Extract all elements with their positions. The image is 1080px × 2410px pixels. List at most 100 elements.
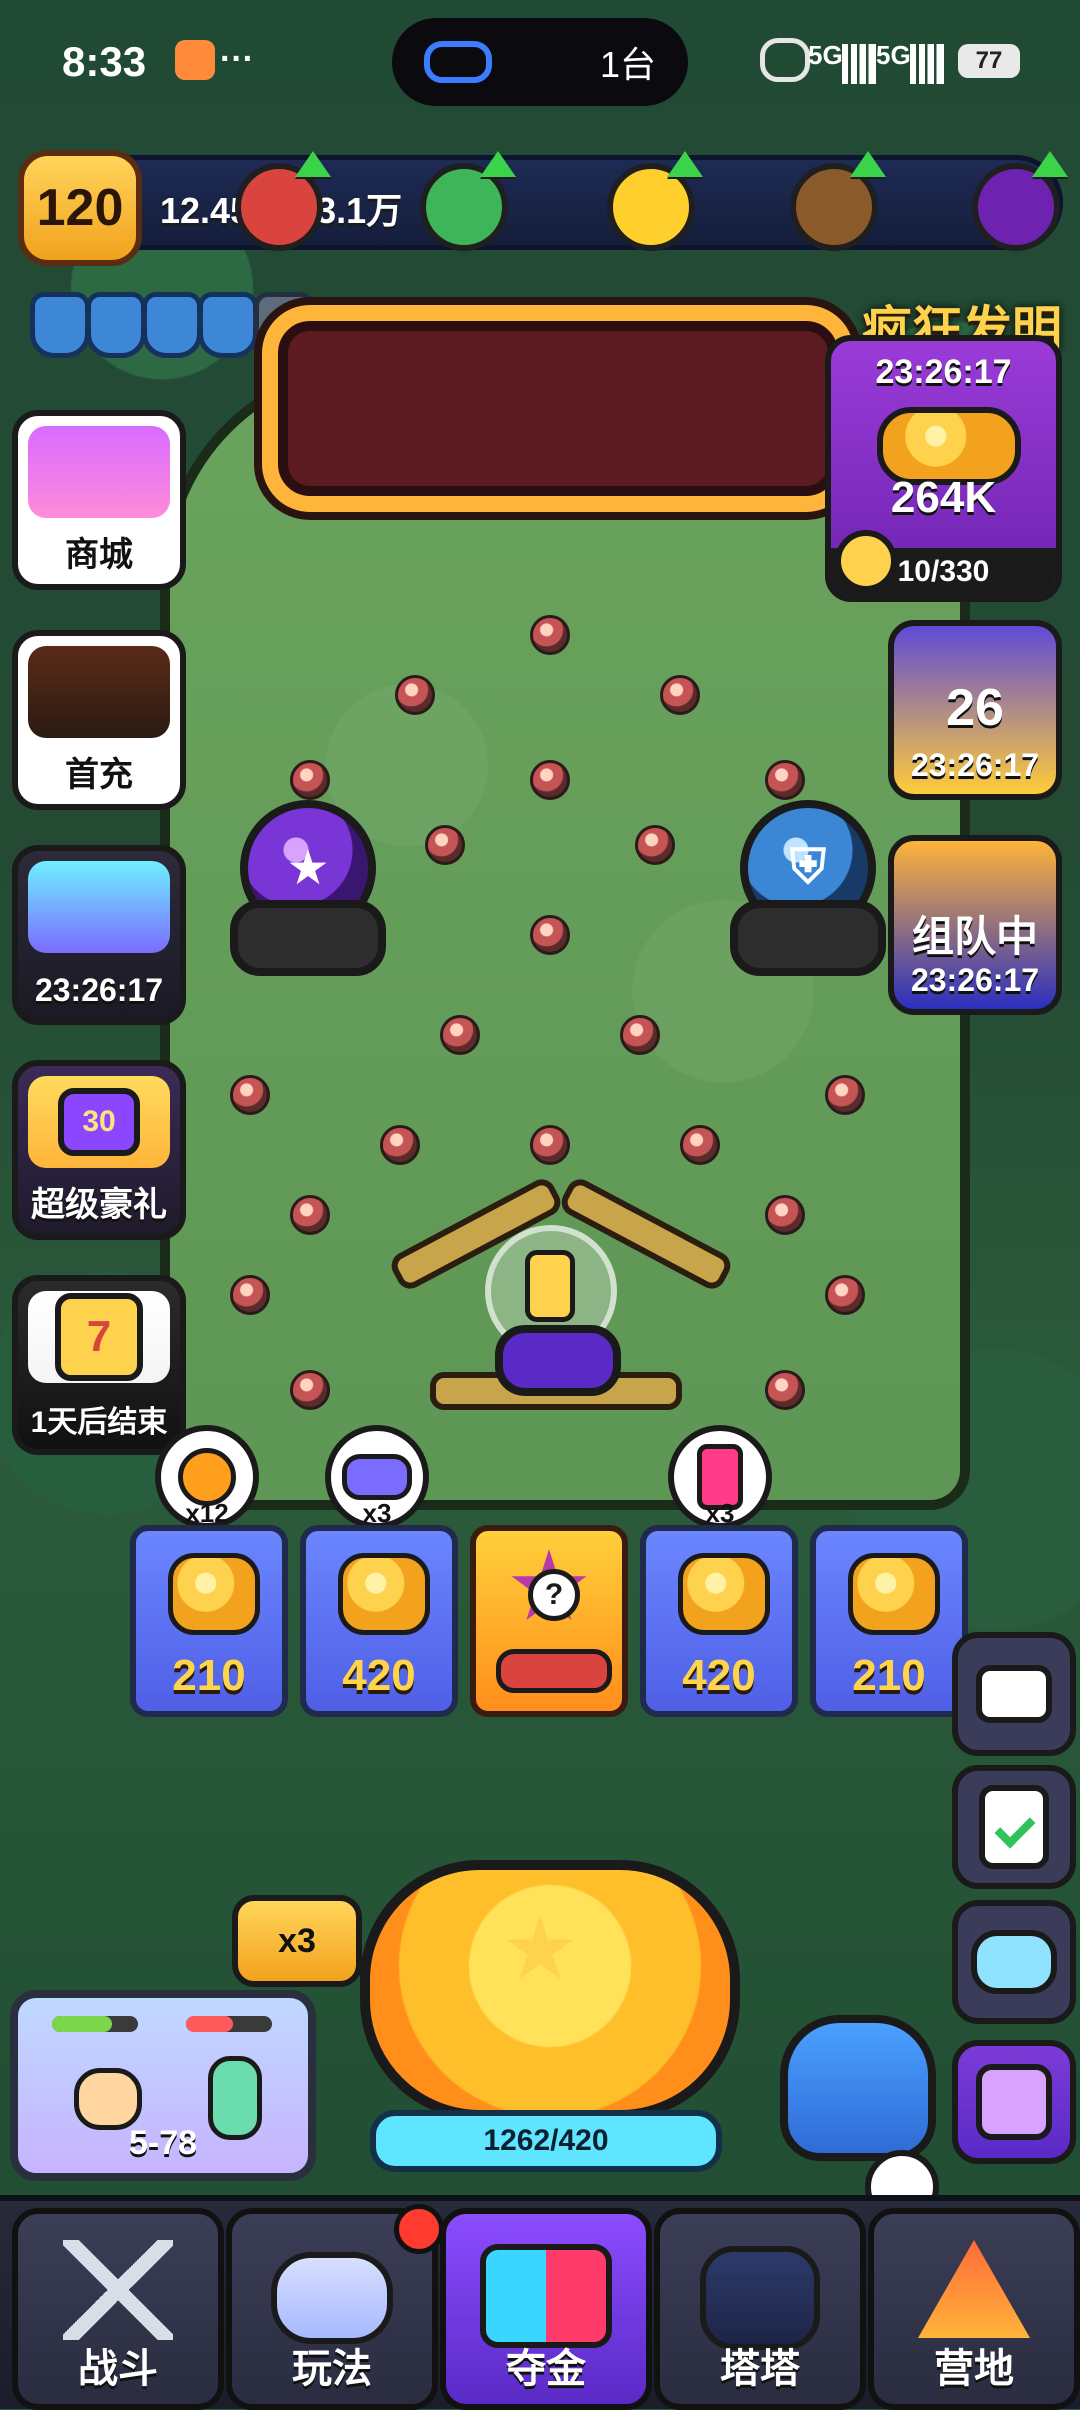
- peg: [440, 1015, 480, 1055]
- peg: [530, 760, 570, 800]
- super-gift-button[interactable]: 30 超级豪礼: [12, 1060, 186, 1240]
- dynamic-island-text: 1台: [599, 44, 656, 85]
- peg: [425, 825, 465, 865]
- calendar-event-button[interactable]: 7 1天后结束: [12, 1275, 186, 1455]
- prize-value: 420: [682, 1651, 756, 1700]
- chat-button[interactable]: [952, 1632, 1076, 1756]
- nav-camp-label: 营地: [934, 2347, 1014, 2391]
- player-level-badge[interactable]: 120: [18, 150, 142, 266]
- upgrade-arrow-icon: [480, 151, 516, 177]
- friends-icon: [971, 1930, 1057, 1994]
- gift-box-icon: 30: [28, 1076, 170, 1168]
- team-event-button[interactable]: 组队中 23:26:17: [888, 835, 1062, 1015]
- peg: [635, 825, 675, 865]
- dog-character-icon: [28, 646, 170, 738]
- tent-icon: [918, 2240, 1030, 2338]
- lightning-upgrade-icon[interactable]: [607, 151, 703, 251]
- checker-event-button[interactable]: 26 23:26:17: [888, 620, 1062, 800]
- team-timer: 23:26:17: [910, 962, 1040, 998]
- prize-slot: 210: [130, 1525, 288, 1717]
- multiplier-text: x3: [278, 1921, 316, 1960]
- friends-button[interactable]: [952, 1900, 1076, 2024]
- gift-level: 30: [58, 1088, 140, 1156]
- peg: [230, 1275, 270, 1315]
- signal-label-1: 5G: [808, 40, 843, 70]
- prize-slot: 420: [300, 1525, 458, 1717]
- app-notification-icon: [175, 40, 215, 80]
- capsule-icon: [342, 1454, 412, 1500]
- pet-button[interactable]: [952, 2040, 1076, 2164]
- orb-bubble: x12: [155, 1425, 259, 1529]
- peg: [530, 615, 570, 655]
- nav-gold-label: 夺金: [506, 2347, 586, 2391]
- dynamic-island: 1台: [392, 18, 688, 106]
- nav-gold[interactable]: 夺金: [440, 2208, 652, 2410]
- crossed-swords-icon: [63, 2240, 173, 2340]
- promo-amount: 264K: [890, 473, 997, 522]
- nav-camp[interactable]: 营地: [868, 2208, 1080, 2410]
- mystery-slot: ?: [470, 1525, 628, 1717]
- nav-play-label: 玩法: [292, 2347, 372, 2391]
- checker-count: 26: [946, 679, 1004, 737]
- upgrade-arrow-icon: [295, 151, 331, 177]
- peg: [290, 1370, 330, 1410]
- battle-preview[interactable]: 5-78: [10, 1990, 316, 2181]
- prize-value: 210: [852, 1651, 926, 1700]
- prize-value: 210: [172, 1651, 246, 1700]
- peg: [765, 760, 805, 800]
- event-timer: 23:26:17: [34, 972, 164, 1008]
- nav-play[interactable]: 玩法: [226, 2204, 444, 2410]
- peg: [620, 1015, 660, 1055]
- gamepad-icon: [271, 2252, 393, 2344]
- status-extra: ···: [220, 40, 254, 78]
- signal-bars-1-icon: [842, 44, 876, 84]
- peg: [380, 1125, 420, 1165]
- battery-indicator: 77: [958, 44, 1020, 78]
- first-charge-label: 首充: [65, 756, 133, 794]
- robot-cat-icon: [700, 2246, 820, 2350]
- resource-green-icon[interactable]: [420, 151, 516, 251]
- spin-button[interactable]: [360, 1860, 740, 2120]
- peg: [290, 1195, 330, 1235]
- shop-label: 商城: [65, 536, 133, 574]
- nav-tower[interactable]: 塔塔: [654, 2208, 866, 2410]
- spin-count: 1262/420: [370, 2110, 722, 2172]
- weapon-upgrade-icon[interactable]: [790, 151, 886, 251]
- promo-star-badge-icon: [835, 530, 897, 592]
- checklist-icon: [979, 1785, 1049, 1869]
- prize-slot: 210: [810, 1525, 968, 1717]
- orb-stand: [230, 900, 386, 976]
- calendar-icon: 7: [28, 1291, 170, 1383]
- link-status-icon: [760, 38, 810, 82]
- first-charge-button[interactable]: 首充: [12, 630, 186, 810]
- peg: [660, 675, 700, 715]
- capsule-icon: [28, 861, 170, 953]
- nav-battle[interactable]: 战斗: [12, 2208, 224, 2410]
- stage-label: 5-78: [128, 2124, 198, 2162]
- peg: [765, 1195, 805, 1235]
- signal-label-2: 5G: [876, 40, 911, 70]
- peg: [290, 760, 330, 800]
- peg: [530, 1125, 570, 1165]
- resource-red-icon[interactable]: [235, 151, 331, 251]
- peg: [230, 1075, 270, 1115]
- pet-icon: [976, 2064, 1052, 2140]
- shield-icon: [198, 292, 258, 358]
- mystery-ribbon: [496, 1649, 612, 1693]
- peg: [395, 675, 435, 715]
- multiplier-button[interactable]: x3: [232, 1895, 362, 1987]
- peg: [825, 1075, 865, 1115]
- calendar-day: 7: [55, 1293, 143, 1381]
- tasks-button[interactable]: [952, 1765, 1076, 1889]
- super-gift-label: 超级豪礼: [31, 1186, 167, 1224]
- gold-pile-icon: [338, 1553, 430, 1635]
- marquee-display: [262, 305, 854, 512]
- team-label: 组队中: [911, 913, 1038, 960]
- shop-button[interactable]: 商城: [12, 410, 186, 590]
- event-timer-button[interactable]: 23:26:17: [12, 845, 186, 1025]
- player-character-icon: [74, 2068, 142, 2130]
- enemy-hp-bar: [186, 2016, 272, 2032]
- signal-bars-2-icon: [910, 44, 944, 84]
- special-upgrade-icon[interactable]: [972, 151, 1068, 251]
- prize-slot: 420: [640, 1525, 798, 1717]
